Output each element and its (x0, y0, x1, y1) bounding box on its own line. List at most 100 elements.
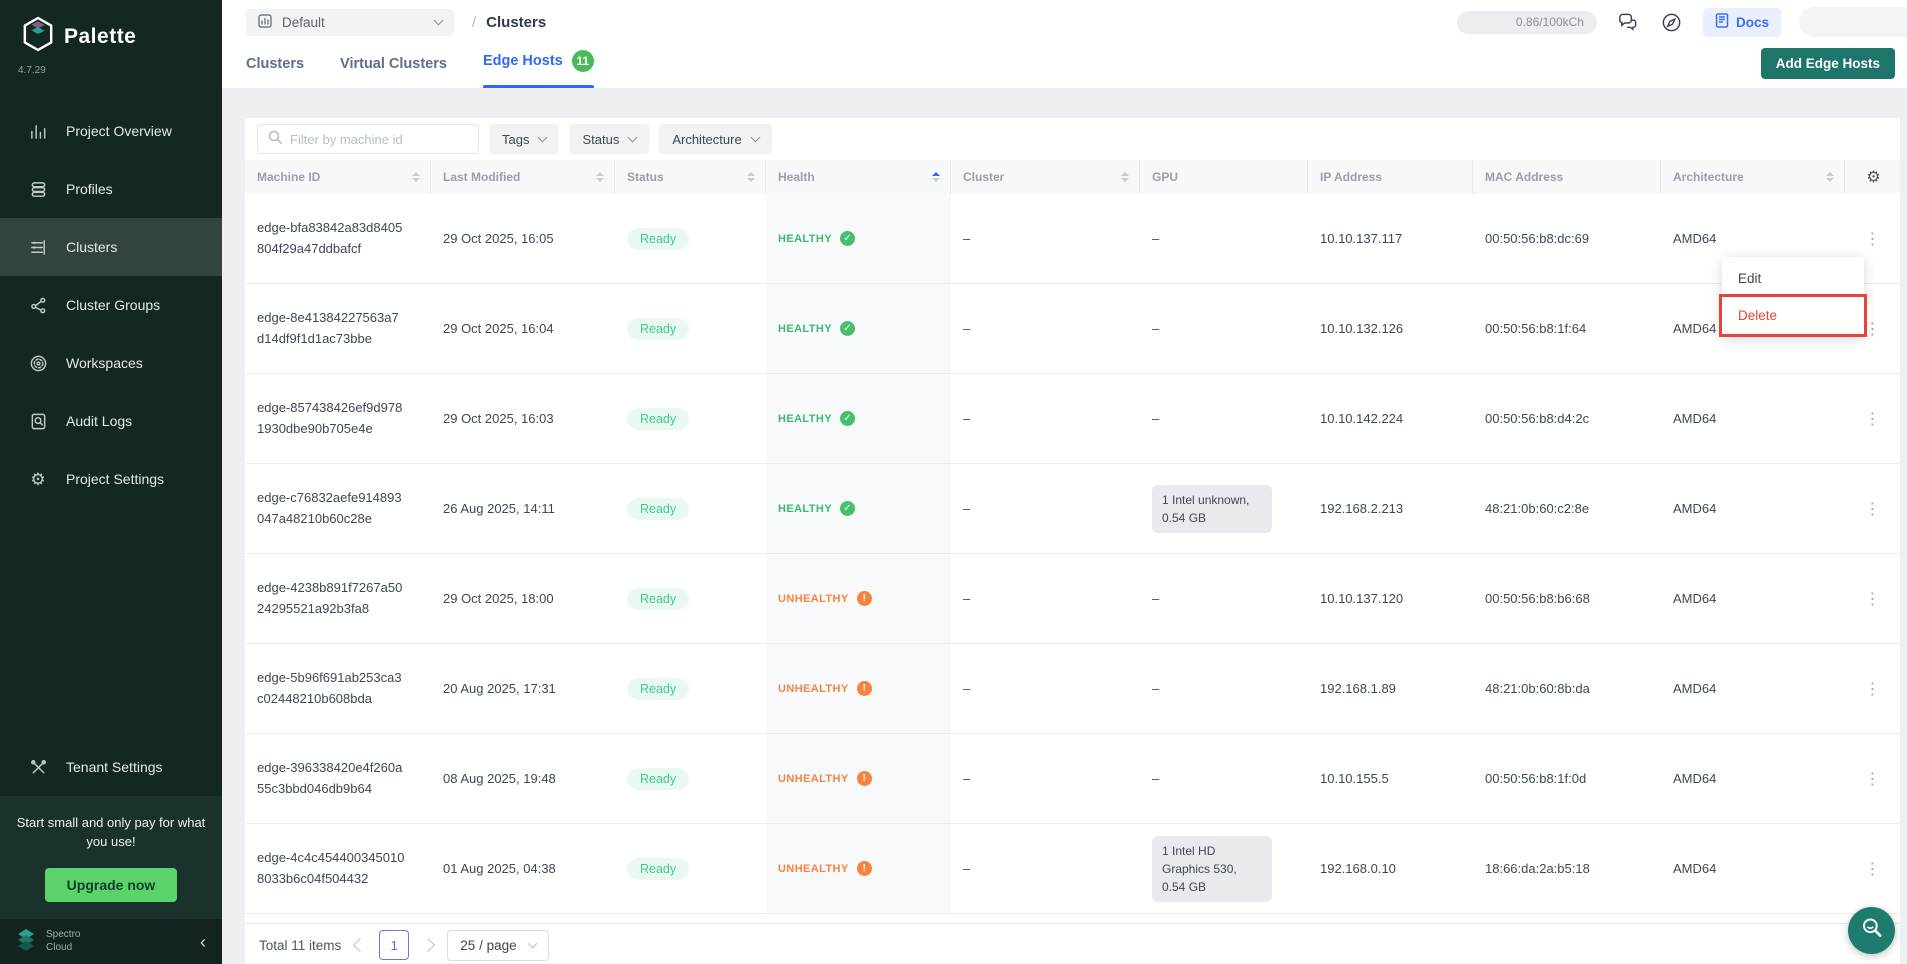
cluster-empty: – (963, 861, 970, 876)
sidebar-item-label: Workspaces (66, 355, 143, 371)
cell-last-modified: 20 Aug 2025, 17:31 (431, 644, 615, 733)
cell-gpu: – (1140, 194, 1308, 283)
collapse-sidebar-icon[interactable]: ‹ (200, 933, 206, 951)
topbar: Default / Clusters 0.86/100kCh (222, 0, 1907, 88)
account-pill[interactable] (1799, 7, 1907, 37)
gpu-empty: – (1152, 321, 1159, 336)
row-actions-kebab-icon[interactable]: ⋮ (1859, 767, 1887, 791)
machine-id-search[interactable] (257, 124, 479, 154)
docs-button[interactable]: Docs (1703, 8, 1781, 37)
palette-logo[interactable]: Palette (0, 0, 222, 59)
table-row: edge-5b96f691ab253ca3c02448210b608bda20 … (245, 644, 1900, 734)
warning-circle-icon: ! (857, 771, 872, 786)
tab-bar: Clusters Virtual Clusters Edge Hosts 11 (246, 38, 594, 88)
sort-icon[interactable] (747, 172, 755, 182)
sidebar-item-tenant-settings[interactable]: Tenant Settings (0, 738, 222, 796)
status-filter-dropdown[interactable]: Status (569, 124, 649, 154)
cell-actions: ⋮ (1845, 464, 1900, 553)
table-row: edge-4238b891f7267a5024295521a92b3fa829 … (245, 554, 1900, 644)
column-header-status[interactable]: Status (615, 160, 766, 194)
sidebar-item-project-settings[interactable]: ⚙ Project Settings (0, 450, 222, 508)
sort-icon[interactable] (596, 172, 604, 182)
row-actions-kebab-icon[interactable]: ⋮ (1859, 587, 1887, 611)
architecture-filter-dropdown[interactable]: Architecture (659, 124, 771, 154)
column-header-cluster[interactable]: Cluster (951, 160, 1140, 194)
tab-edge-hosts[interactable]: Edge Hosts 11 (483, 50, 594, 88)
table-row: edge-bfa83842a83d8405804f29a47ddbafcf29 … (245, 194, 1900, 284)
status-badge: Ready (627, 588, 689, 610)
cell-last-modified: 08 Aug 2025, 19:48 (431, 734, 615, 823)
tab-label: Clusters (246, 56, 304, 72)
sort-icon[interactable] (1826, 172, 1834, 182)
sidebar-item-audit-logs[interactable]: Audit Logs (0, 392, 222, 450)
breadcrumb-current: Clusters (486, 14, 546, 31)
row-actions-kebab-icon[interactable]: ⋮ (1859, 677, 1887, 701)
check-circle-icon: ✓ (840, 411, 855, 426)
tab-virtual-clusters[interactable]: Virtual Clusters (340, 56, 447, 88)
table-row: edge-857438426ef9d9781930dbe90b705e4e29 … (245, 374, 1900, 464)
chevron-down-icon (527, 939, 537, 949)
sort-icon[interactable] (412, 172, 420, 182)
cell-health: UNHEALTHY! (766, 734, 951, 823)
status-badge: Ready (627, 318, 689, 340)
row-actions-kebab-icon[interactable]: ⋮ (1859, 857, 1887, 881)
cell-health: UNHEALTHY! (766, 644, 951, 733)
column-header-health[interactable]: Health (766, 160, 951, 194)
tab-label: Virtual Clusters (340, 56, 447, 72)
search-input[interactable] (290, 132, 468, 147)
sidebar-item-project-overview[interactable]: Project Overview (0, 102, 222, 160)
cell-health: HEALTHY✓ (766, 194, 951, 283)
compass-icon[interactable] (1659, 9, 1685, 35)
cell-last-modified: 29 Oct 2025, 18:00 (431, 554, 615, 643)
health-label: HEALTHY (778, 503, 832, 515)
cell-actions: ⋮ (1845, 374, 1900, 463)
row-actions-kebab-icon[interactable]: ⋮ (1859, 227, 1887, 251)
tags-filter-dropdown[interactable]: Tags (489, 124, 559, 154)
cell-mac-address: 48:21:0b:60:c2:8e (1473, 464, 1661, 553)
check-circle-icon: ✓ (840, 501, 855, 516)
workspaces-icon (28, 353, 48, 373)
sort-icon[interactable] (1121, 172, 1129, 182)
cell-mac-address: 00:50:56:b8:b6:68 (1473, 554, 1661, 643)
add-edge-hosts-button[interactable]: Add Edge Hosts (1761, 48, 1895, 79)
clusters-icon (28, 237, 48, 257)
sidebar-item-workspaces[interactable]: Workspaces (0, 334, 222, 392)
cell-ip-address: 192.168.0.10 (1308, 824, 1473, 913)
column-header-architecture[interactable]: Architecture (1661, 160, 1845, 194)
table-settings-gear-icon[interactable]: ⚙ (1866, 167, 1880, 187)
support-chat-button[interactable] (1848, 907, 1895, 954)
page-size-select[interactable]: 25 / page (447, 930, 548, 961)
filter-label: Tags (502, 132, 529, 147)
next-page-icon[interactable] (421, 938, 435, 952)
context-menu-delete[interactable]: Delete (1722, 297, 1864, 334)
sidebar-item-profiles[interactable]: Profiles (0, 160, 222, 218)
cell-gpu: – (1140, 554, 1308, 643)
cell-cluster: – (951, 284, 1140, 373)
sort-icon[interactable] (932, 172, 940, 182)
cell-gpu: 1 Intel unknown, 0.54 GB (1140, 464, 1308, 553)
cell-mac-address: 00:50:56:b8:dc:69 (1473, 194, 1661, 283)
tab-clusters[interactable]: Clusters (246, 56, 304, 88)
cell-mac-address: 00:50:56:b8:1f:0d (1473, 734, 1661, 823)
upgrade-now-button[interactable]: Upgrade now (45, 868, 178, 902)
project-selector[interactable]: Default (246, 9, 454, 36)
current-page-button[interactable]: 1 (379, 930, 409, 960)
cell-ip-address: 10.10.132.126 (1308, 284, 1473, 373)
cell-machine-id: edge-c76832aefe914893047a48210b60c28e (245, 464, 431, 553)
cell-ip-address: 10.10.155.5 (1308, 734, 1473, 823)
brand-bar: Spectro Cloud ‹ (0, 918, 222, 964)
chat-icon[interactable] (1615, 9, 1641, 35)
column-header-machine-id[interactable]: Machine ID (245, 160, 431, 194)
column-header-last-modified[interactable]: Last Modified (431, 160, 615, 194)
cell-last-modified: 29 Oct 2025, 16:04 (431, 284, 615, 373)
sidebar: Palette 4.7.29 Project Overview Profiles (0, 0, 222, 964)
row-actions-kebab-icon[interactable]: ⋮ (1859, 407, 1887, 431)
context-menu-edit[interactable]: Edit (1722, 260, 1864, 297)
previous-page-icon[interactable] (353, 938, 367, 952)
row-context-menu: Edit Delete (1722, 257, 1864, 337)
sidebar-item-cluster-groups[interactable]: Cluster Groups (0, 276, 222, 334)
row-actions-kebab-icon[interactable]: ⋮ (1859, 497, 1887, 521)
project-overview-icon (28, 121, 48, 141)
table-row: edge-4c4c4544003450108033b6c04f50443201 … (245, 824, 1900, 914)
sidebar-item-clusters[interactable]: Clusters (0, 218, 222, 276)
